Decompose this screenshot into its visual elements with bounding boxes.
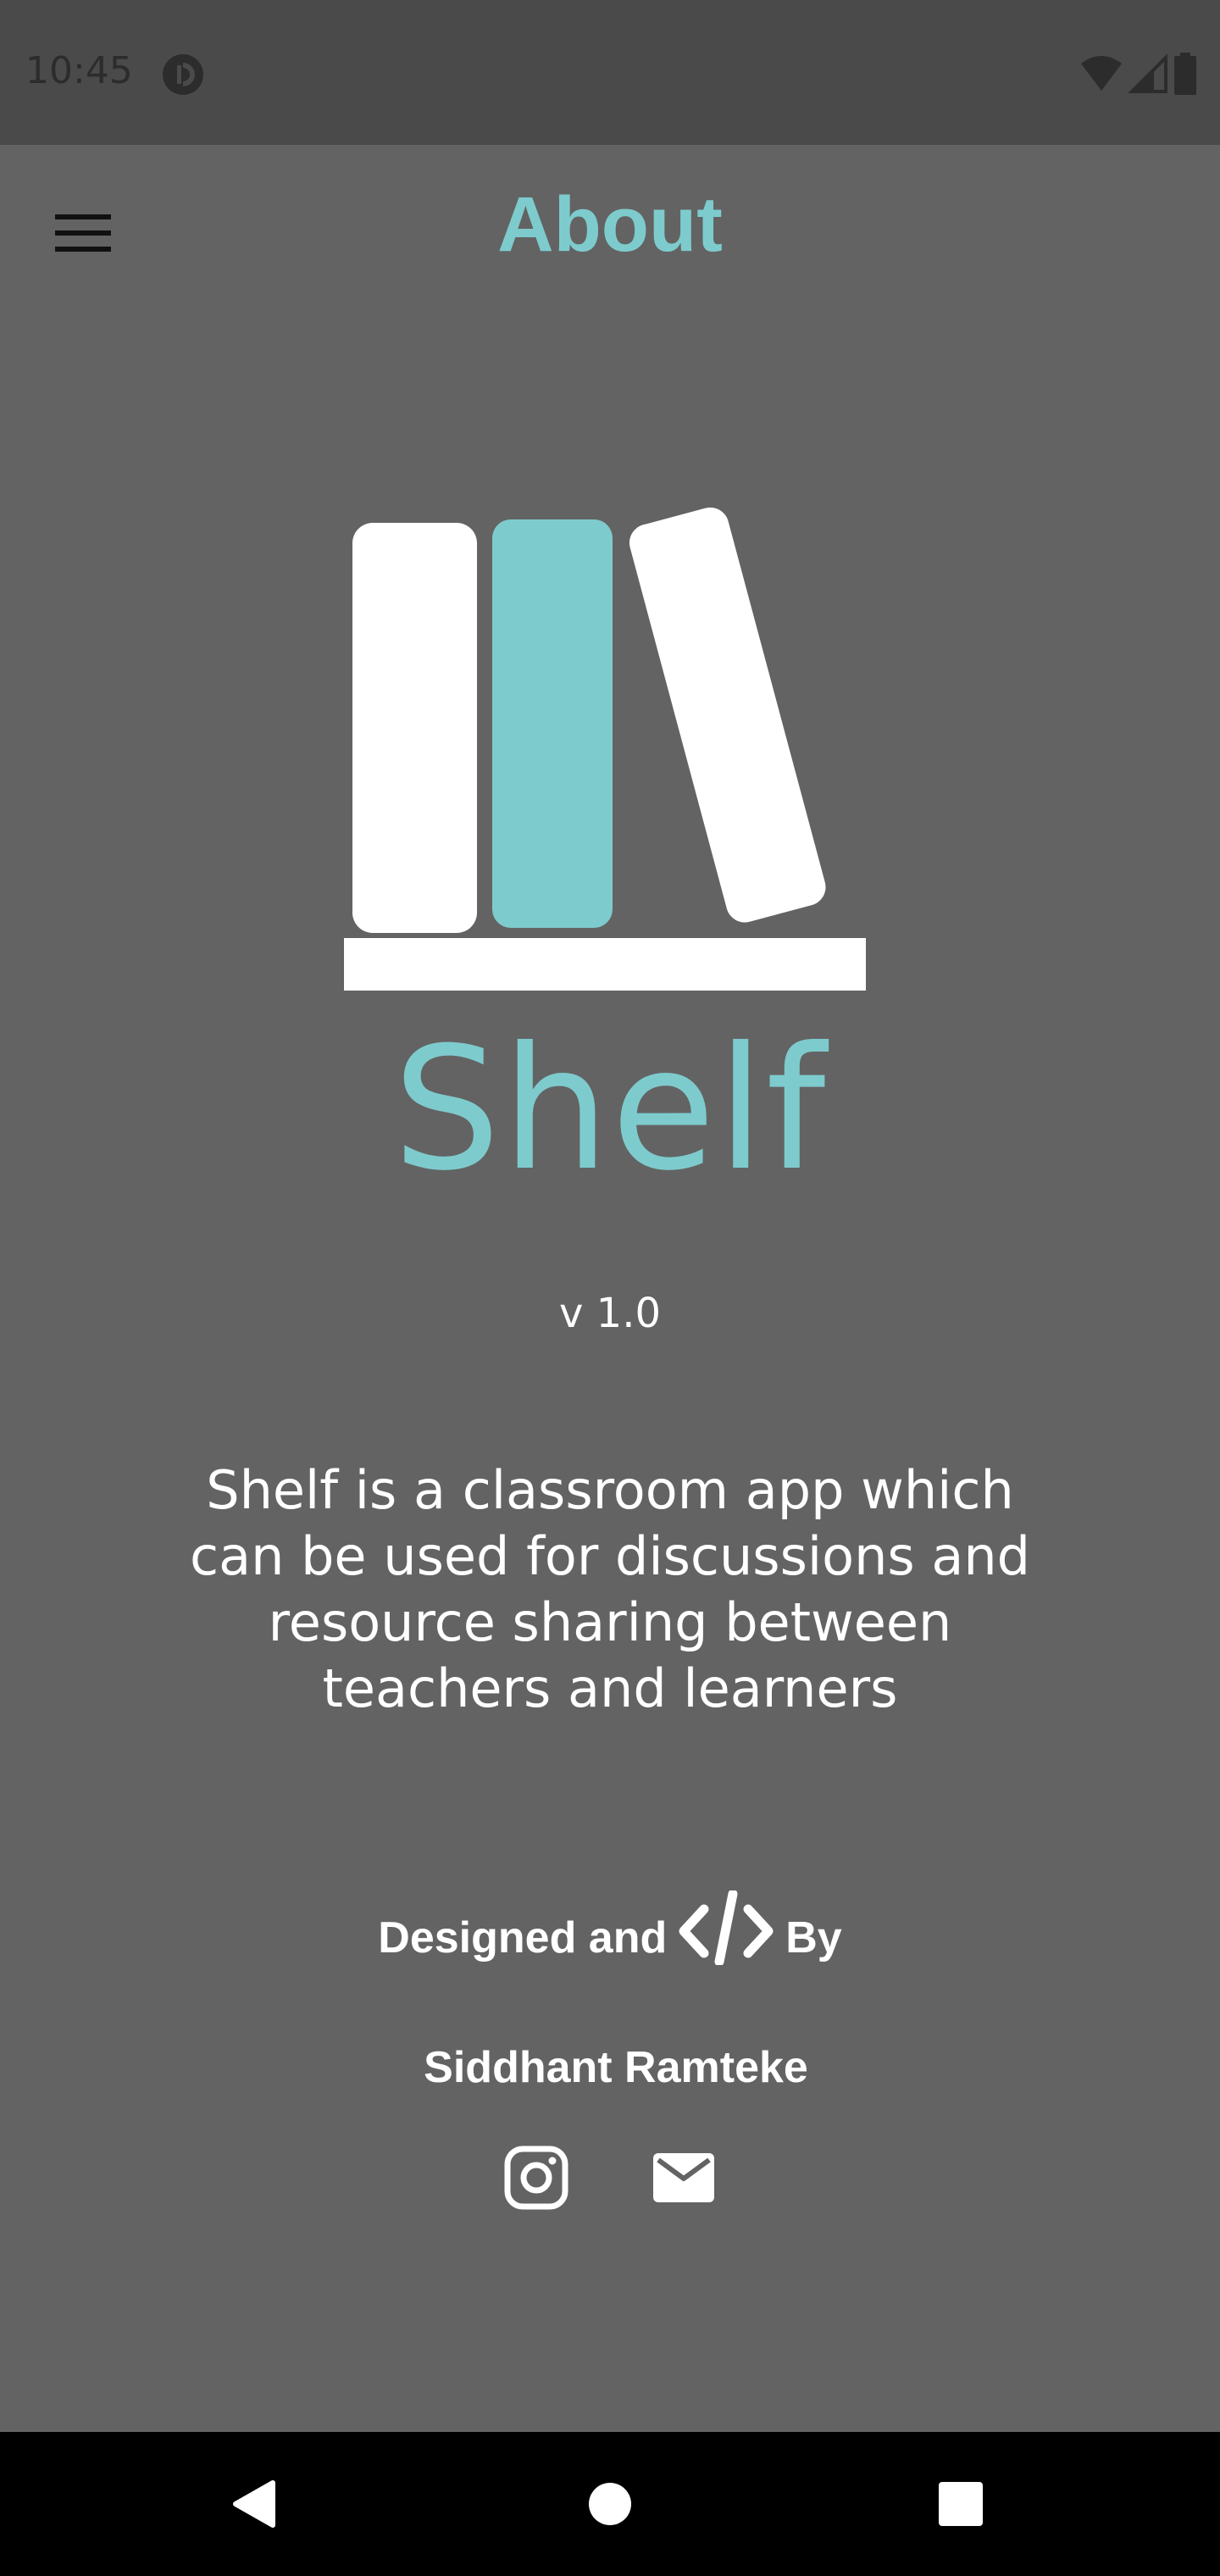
social-links [0,2144,1220,2212]
email-button[interactable] [650,2144,718,2212]
home-button[interactable] [568,2462,652,2546]
credits-prefix: Designed and [378,1913,668,1963]
navigation-bar [0,2432,1220,2576]
app-name: Shelf [392,1011,828,1208]
instagram-button[interactable] [502,2144,570,2212]
home-icon [589,2483,631,2525]
status-bar: 10:45 [0,0,1220,145]
status-icons [1079,53,1198,95]
back-button[interactable] [212,2462,297,2546]
about-screen: 10:45 About Shelf v 1.0 Shelf is a class… [0,0,1220,2576]
code-icon [679,1890,774,1965]
app-bar: About [0,145,1220,314]
app-description: Shelf is a classroom app which can be us… [189,1459,1031,1719]
signal-icon [1128,54,1167,93]
pocket-casts-icon [163,54,203,95]
app-version: v 1.0 [559,1290,661,1337]
recents-button[interactable] [918,2462,1003,2546]
battery-icon [1174,53,1196,95]
page-title: About [497,181,723,268]
credits-line: Designed and By [0,1890,1220,1965]
instagram-icon [504,2146,568,2210]
author-name: Siddhant Ramteke [424,2043,808,2092]
wifi-icon [1081,56,1122,91]
credits-suffix: By [785,1913,842,1963]
recents-icon [939,2482,983,2526]
back-icon [233,2480,275,2528]
bookshelf-logo-icon [344,507,866,991]
email-icon [653,2153,714,2202]
status-time: 10:45 [25,49,133,92]
